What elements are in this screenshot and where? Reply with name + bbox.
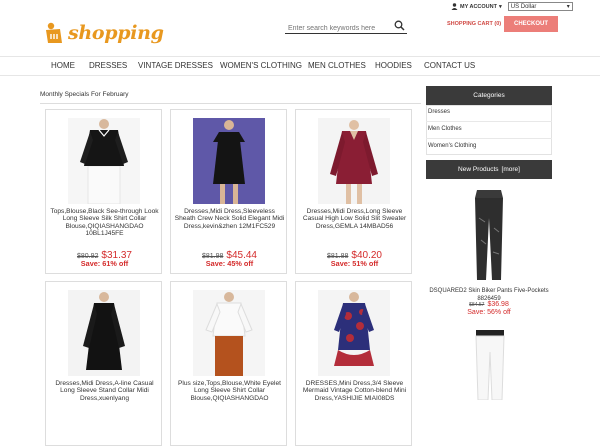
- discount-text: Save: 51% off: [330, 259, 379, 268]
- old-price: $84.57: [469, 302, 485, 308]
- my-account-label: MY ACCOUNT: [460, 3, 497, 10]
- product-card[interactable]: DRESSES,Mini Dress,3/4 Sleeve Mermaid Vi…: [295, 281, 412, 446]
- product-image[interactable]: [193, 290, 265, 376]
- new-product-image-2[interactable]: [466, 330, 514, 401]
- product-name[interactable]: Plus size,Tops,Blouse,White Eyelet Long …: [174, 380, 285, 417]
- top-bar: MY ACCOUNT ▾ US Dollar ▾: [451, 2, 573, 11]
- product-image[interactable]: [68, 118, 140, 204]
- product-card[interactable]: Plus size,Tops,Blouse,White Eyelet Long …: [170, 281, 287, 446]
- search-icon[interactable]: [394, 18, 405, 36]
- shopping-cart-link[interactable]: SHOPPING CART (0): [447, 21, 501, 27]
- product-card[interactable]: Dresses,Midi Dress,Sleeveless Sheath Cre…: [170, 109, 287, 274]
- currency-select[interactable]: US Dollar ▾: [507, 2, 573, 11]
- section-title: Monthly Specials For February: [40, 91, 129, 98]
- product-name[interactable]: Dresses,Midi Dress,Long Sleeve Casual Hi…: [299, 208, 410, 245]
- product-name[interactable]: Tops,Blouse,Black See-through Look Long …: [49, 208, 160, 245]
- section-divider: [40, 103, 421, 104]
- product-image[interactable]: [318, 290, 390, 376]
- nav-hoodies[interactable]: HOODIES: [375, 61, 412, 70]
- new-products-title: New Products: [458, 166, 499, 173]
- user-icon: [451, 3, 458, 10]
- caret-down-icon: ▾: [498, 3, 502, 10]
- currency-value: US Dollar: [510, 3, 537, 10]
- product-card[interactable]: Dresses,Midi Dress,A-line Casual Long Sl…: [45, 281, 162, 446]
- discount-text: Save: 61% off: [80, 259, 129, 268]
- new-product-image[interactable]: [459, 188, 519, 282]
- nav-men-clothes[interactable]: MEN CLOTHES: [308, 61, 366, 70]
- nav-vintage-dresses[interactable]: VINTAGE DRESSES: [138, 61, 213, 70]
- product-name[interactable]: DRESSES,Mini Dress,3/4 Sleeve Mermaid Vi…: [299, 380, 410, 417]
- category-men-clothes[interactable]: Men Clothes: [428, 126, 462, 132]
- checkout-button[interactable]: CHECKOUT: [504, 16, 558, 32]
- product-card[interactable]: Dresses,Midi Dress,Long Sleeve Casual Hi…: [295, 109, 412, 274]
- logo-icon: [44, 22, 64, 44]
- product-name[interactable]: Dresses,Midi Dress,A-line Casual Long Sl…: [49, 380, 160, 417]
- categories-header: Categories: [426, 86, 552, 105]
- product-image[interactable]: [193, 118, 265, 204]
- logo-text: shopping: [68, 22, 164, 44]
- new-products-header: New Products [more]: [426, 160, 552, 179]
- search-input[interactable]: [285, 20, 385, 37]
- discount-text: Save: 56% off: [467, 309, 511, 316]
- new-product-prices: $84.57 $36.98: [426, 301, 552, 308]
- product-card[interactable]: Tops,Blouse,Black See-through Look Long …: [45, 109, 162, 274]
- main-nav: HOME DRESSES VINTAGE DRESSES WOMEN'S CLO…: [0, 56, 600, 76]
- more-link[interactable]: [more]: [502, 166, 520, 173]
- nav-contact-us[interactable]: CONTACT US: [424, 61, 475, 70]
- discount-text: Save: 45% off: [205, 259, 254, 268]
- product-image[interactable]: [68, 290, 140, 376]
- chevron-down-icon: ▾: [566, 4, 570, 10]
- site-logo[interactable]: shopping: [44, 18, 164, 48]
- search-box: [285, 17, 407, 37]
- nav-home[interactable]: HOME: [51, 61, 75, 70]
- category-divider: [426, 121, 552, 122]
- nav-womens-clothing[interactable]: WOMEN'S CLOTHING: [220, 61, 302, 70]
- category-dresses[interactable]: Dresses: [428, 109, 450, 115]
- sale-price: $36.98: [487, 301, 509, 308]
- product-image[interactable]: [318, 118, 390, 204]
- category-womens-clothing[interactable]: Women's Clothing: [428, 143, 476, 149]
- my-account-menu[interactable]: MY ACCOUNT ▾: [451, 3, 502, 10]
- nav-dresses[interactable]: DRESSES: [89, 61, 127, 70]
- product-name[interactable]: Dresses,Midi Dress,Sleeveless Sheath Cre…: [174, 208, 285, 245]
- category-divider: [426, 138, 552, 139]
